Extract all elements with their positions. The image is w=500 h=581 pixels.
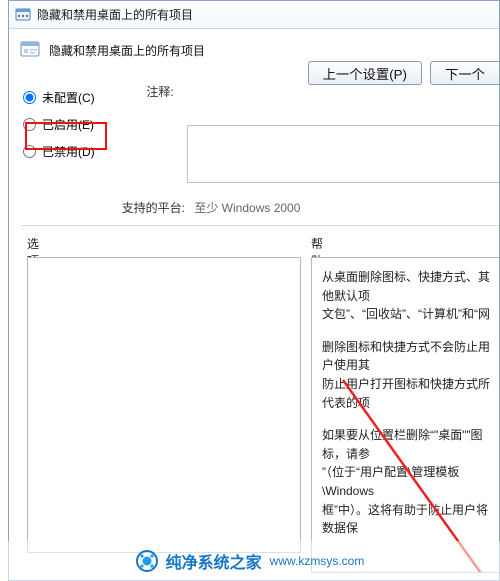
platform-value: 至少 Windows 2000 [194, 199, 300, 216]
radio-enabled[interactable]: 已启用(E) [23, 116, 119, 133]
radio-enabled-label: 已启用(E) [42, 116, 94, 133]
platform-label: 支持的平台: [109, 199, 185, 216]
radio-disabled-label: 已禁用(D) [42, 143, 95, 160]
radio-disabled-input[interactable] [23, 145, 36, 158]
policy-editor-window: 隐藏和禁用桌面上的所有项目 隐藏和禁用桌面上的所有项目 上一个设置(P) 下一个… [8, 0, 500, 581]
help-paragraph: 删除图标和快捷方式不会防止用户使用其 防止用户打开图标和快捷方式所代表的项 [322, 338, 493, 412]
next-setting-button[interactable]: 下一个 [430, 61, 499, 85]
help-panel: 从桌面删除图标、快捷方式、其他默认项 文包”、“回收站”、“计算机”和“网 删除… [311, 257, 499, 573]
policy-title: 隐藏和禁用桌面上的所有项目 [49, 42, 205, 59]
radio-not-configured-input[interactable] [23, 91, 36, 104]
window-icon [15, 7, 31, 23]
separator [21, 225, 499, 226]
radio-disabled[interactable]: 已禁用(D) [23, 143, 119, 160]
policy-header: 隐藏和禁用桌面上的所有项目 [19, 39, 499, 61]
policy-icon [19, 39, 41, 61]
radio-not-configured-label: 未配置(C) [42, 89, 95, 106]
watermark-logo-icon [136, 550, 158, 572]
help-paragraph: 如果要从位置栏删除“"桌面"”图标，请参 ”（位于“用户配置\管理模板\Wind… [322, 426, 493, 538]
prev-setting-button[interactable]: 上一个设置(P) [308, 61, 422, 85]
radio-not-configured[interactable]: 未配置(C) [23, 89, 119, 106]
watermark: 纯净系统之家 www.kzmsys.com [0, 541, 500, 581]
watermark-url: www.kzmsys.com [270, 554, 365, 568]
title-bar: 隐藏和禁用桌面上的所有项目 [9, 1, 499, 29]
radio-enabled-input[interactable] [23, 118, 36, 131]
watermark-name: 纯净系统之家 [166, 549, 262, 573]
window-title: 隐藏和禁用桌面上的所有项目 [37, 6, 193, 23]
note-textbox[interactable] [187, 125, 499, 183]
note-label: 注释: [146, 83, 173, 100]
help-paragraph: 从桌面删除图标、快捷方式、其他默认项 文包”、“回收站”、“计算机”和“网 [322, 268, 493, 324]
options-panel [27, 257, 301, 553]
